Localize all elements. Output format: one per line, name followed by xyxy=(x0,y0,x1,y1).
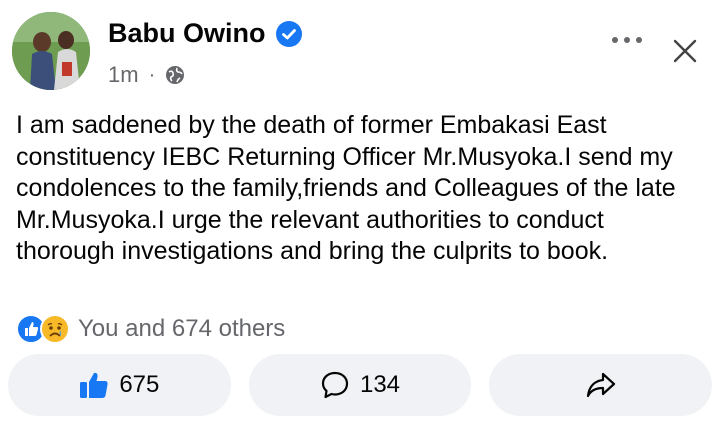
close-icon[interactable] xyxy=(672,38,698,64)
avatar[interactable] xyxy=(12,12,90,90)
more-dots-icon[interactable] xyxy=(612,30,652,50)
share-arrow-icon xyxy=(586,372,615,398)
sad-reaction-icon xyxy=(40,314,70,344)
thumbs-up-icon xyxy=(80,372,108,398)
reaction-summary[interactable]: You and 674 others xyxy=(16,314,285,344)
comment-bubble-icon xyxy=(321,371,349,399)
post-timestamp[interactable]: 1m xyxy=(108,62,139,88)
like-count: 675 xyxy=(119,371,160,398)
meta-separator: · xyxy=(148,64,156,86)
like-button[interactable]: 675 xyxy=(8,354,231,416)
verified-badge-icon xyxy=(275,20,302,47)
action-bar: 675 134 xyxy=(8,354,713,416)
post-header: Babu Owino 1m · xyxy=(12,12,720,90)
post-text: I am saddened by the death of former Emb… xyxy=(16,111,676,265)
author-name[interactable]: Babu Owino xyxy=(108,18,266,49)
comment-count: 134 xyxy=(359,371,401,398)
share-button[interactable] xyxy=(489,354,713,416)
comment-button[interactable]: 134 xyxy=(248,354,472,416)
reaction-summary-text: You and 674 others xyxy=(78,315,286,342)
globe-icon xyxy=(166,66,185,84)
